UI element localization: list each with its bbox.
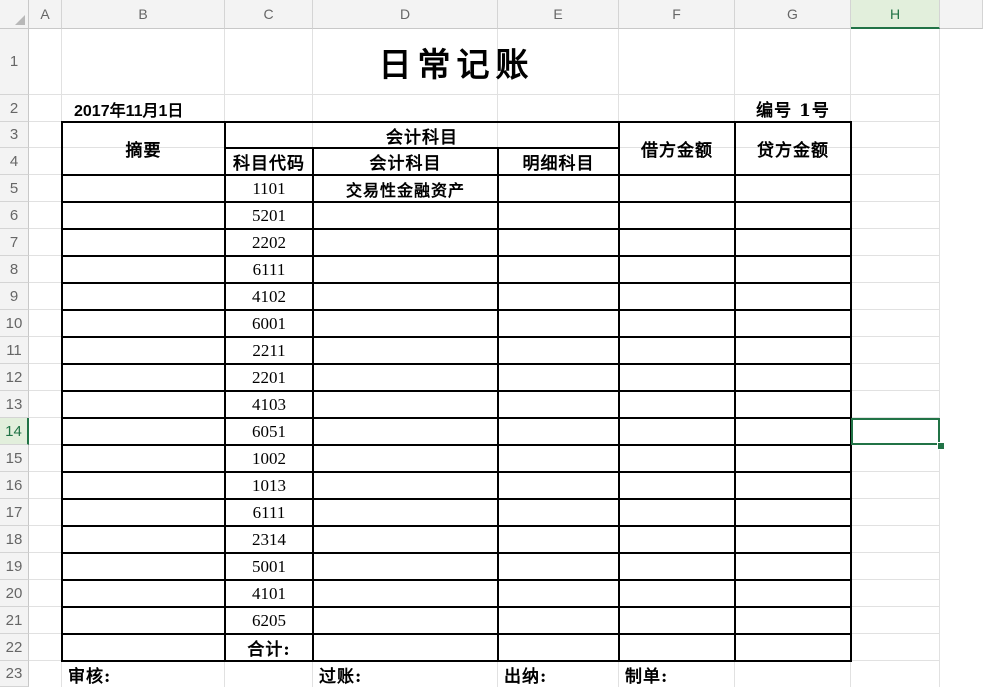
summary-header[interactable]: 摘要	[62, 122, 225, 175]
cashier-label-cell[interactable]: 出纳:	[498, 661, 619, 687]
credit-amount-header[interactable]: 贷方金额	[735, 122, 851, 175]
account-code-cell[interactable]: 2211	[225, 337, 313, 364]
account-group-header[interactable]: 会计科目	[225, 122, 619, 148]
account-name-cell[interactable]	[313, 364, 498, 391]
account-name-cell[interactable]	[313, 472, 498, 499]
account-name-cell[interactable]	[313, 337, 498, 364]
account-name-cell[interactable]	[313, 229, 498, 256]
review-label-cell[interactable]: 审核:	[62, 661, 225, 687]
active-cell-selection[interactable]	[851, 418, 940, 445]
account-name-cell[interactable]	[313, 553, 498, 580]
account-code-cell[interactable]: 2201	[225, 364, 313, 391]
sheet-title[interactable]: 日常记账	[62, 29, 851, 95]
account-code-cell[interactable]: 4102	[225, 283, 313, 310]
date-cell[interactable]: 2017年11月1日	[74, 95, 313, 122]
detail-account-header[interactable]: 明细科目	[498, 148, 619, 175]
account-code-cell[interactable]: 6205	[225, 607, 313, 634]
posting-label-cell[interactable]: 过账:	[313, 661, 498, 687]
account-name-cell[interactable]	[313, 418, 498, 445]
account-code-cell[interactable]: 4101	[225, 580, 313, 607]
account-name-cell[interactable]	[313, 445, 498, 472]
account-name-cell[interactable]	[313, 499, 498, 526]
account-name-cell[interactable]	[313, 580, 498, 607]
account-name-cell[interactable]	[313, 526, 498, 553]
account-code-cell[interactable]: 1101	[225, 175, 313, 202]
account-name-cell[interactable]	[313, 607, 498, 634]
account-name-cell[interactable]	[313, 256, 498, 283]
account-code-cell[interactable]: 4103	[225, 391, 313, 418]
account-name-header[interactable]: 会计科目	[313, 148, 498, 175]
account-code-header[interactable]: 科目代码	[225, 148, 313, 175]
account-code-cell[interactable]: 5201	[225, 202, 313, 229]
fill-handle[interactable]	[937, 442, 945, 450]
account-code-cell[interactable]: 2314	[225, 526, 313, 553]
debit-amount-header[interactable]: 借方金额	[619, 122, 735, 175]
total-label-cell[interactable]: 合计:	[225, 634, 313, 661]
voucher-number-cell[interactable]: 编号 1号	[735, 95, 851, 122]
account-code-cell[interactable]: 6051	[225, 418, 313, 445]
account-name-cell[interactable]	[313, 391, 498, 418]
account-name-cell[interactable]	[313, 283, 498, 310]
account-code-cell[interactable]: 6111	[225, 256, 313, 283]
spreadsheet[interactable]: A B C D E F G H 1 2 3 4 5 6 7 8 9 10 11 12 13 14 15 16 17 18 19 20 2…	[0, 0, 983, 687]
account-code-cell[interactable]: 5001	[225, 553, 313, 580]
account-code-cell[interactable]: 2202	[225, 229, 313, 256]
account-code-cell[interactable]: 1013	[225, 472, 313, 499]
account-name-cell[interactable]	[313, 202, 498, 229]
account-code-cell[interactable]: 6001	[225, 310, 313, 337]
account-code-cell[interactable]: 1002	[225, 445, 313, 472]
account-name-cell[interactable]: 交易性金融资产	[313, 175, 498, 202]
prepared-by-label-cell[interactable]: 制单:	[619, 661, 735, 687]
account-code-cell[interactable]: 6111	[225, 499, 313, 526]
sheet-cells: 日常记账 2017年11月1日 编号 1号 摘要 会计科目 科目代码 会计科目 …	[0, 0, 983, 687]
account-name-cell[interactable]	[313, 310, 498, 337]
